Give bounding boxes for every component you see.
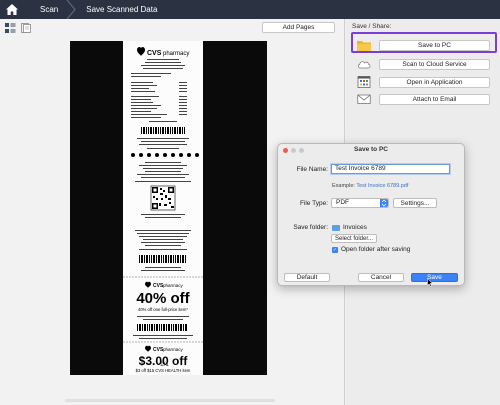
thumbnail-grid-icon[interactable] [5, 23, 16, 33]
attach-to-email-button[interactable]: Attach to Email [379, 94, 490, 105]
example-value: Test Invoice 6789.pdf [356, 183, 409, 189]
breadcrumb-scan[interactable]: Scan [24, 0, 78, 19]
svg-text:pharmacy: pharmacy [163, 283, 184, 288]
settings-button[interactable]: Settings... [393, 198, 437, 208]
page-view-icon[interactable] [21, 23, 31, 33]
home-button[interactable] [0, 0, 24, 19]
file-name-label: File Name: [296, 166, 328, 173]
application-icon [357, 76, 371, 88]
breadcrumb-save-scanned-data[interactable]: Save Scanned Data [78, 0, 157, 19]
mouse-pointer-icon [427, 278, 433, 287]
email-icon [357, 94, 371, 104]
share-title: Save / Share: [352, 23, 392, 30]
home-icon [6, 4, 18, 15]
receipt-graphic: CVS pharmacy CVS pharmacy 40% off 40% of… [123, 46, 203, 373]
open-folder-label: Open folder after saving [341, 246, 411, 253]
share-option-application: Open in Application [357, 76, 490, 88]
open-in-application-button[interactable]: Open in Application [379, 77, 490, 88]
breadcrumb-save-label: Save Scanned Data [86, 5, 158, 14]
default-button[interactable]: Default [284, 273, 330, 282]
select-folder-button[interactable]: Select folder... [331, 234, 377, 243]
scan-to-cloud-button[interactable]: Scan to Cloud Service [379, 59, 490, 70]
dialog-title: Save to PC [354, 146, 388, 153]
file-name-input[interactable]: Test Invoice 6789 [331, 164, 450, 174]
scanned-page-preview: CVS pharmacy CVS pharmacy 40% off 40% of… [70, 41, 267, 375]
coupon1-headline: 40% off [136, 290, 190, 307]
share-option-save-to-pc: Save to PC [357, 40, 490, 51]
svg-text:pharmacy: pharmacy [163, 51, 189, 57]
cancel-button[interactable]: Cancel [358, 273, 404, 282]
horizontal-scrollbar[interactable] [65, 399, 275, 402]
dialog-titlebar[interactable]: Save to PC [278, 144, 464, 156]
preview-toolbar: Add Pages [0, 19, 345, 36]
folder-icon [332, 225, 340, 231]
save-to-pc-dialog: Save to PC File Name: Test Invoice 6789 … [277, 143, 465, 286]
chevron-right-icon [66, 0, 77, 19]
cloud-icon [358, 61, 371, 69]
save-folder-label: Save folder: [293, 224, 328, 231]
coupon1-subtext: 40% off one full-price item* [138, 307, 188, 312]
receipt-image: CVS pharmacy CVS pharmacy 40% off 40% of… [123, 41, 203, 375]
svg-text:CVS: CVS [147, 50, 162, 57]
folder-name: Invoices [343, 224, 367, 231]
open-folder-checkbox[interactable]: ✓ [332, 247, 338, 253]
page-indicator: 1/1 [160, 361, 170, 368]
add-pages-button[interactable]: Add Pages [262, 22, 335, 33]
file-type-value: PDF [336, 199, 349, 206]
file-type-label: File Type: [299, 200, 328, 207]
folder-icon [357, 41, 371, 51]
share-option-email: Attach to Email [357, 94, 490, 105]
file-type-select[interactable]: PDF [331, 198, 389, 208]
save-to-pc-button[interactable]: Save to PC [379, 40, 490, 51]
example-prefix: Example: [332, 183, 355, 189]
select-arrows-icon [380, 199, 388, 207]
breadcrumb-scan-label: Scan [40, 5, 59, 14]
coupon2-subtext: $3 off $15 CVS HEALTH item [136, 368, 191, 373]
share-option-cloud: Scan to Cloud Service [357, 59, 490, 70]
svg-text:pharmacy: pharmacy [163, 347, 184, 352]
top-nav-bar: Scan Save Scanned Data [0, 0, 500, 19]
save-button[interactable]: Save [411, 273, 458, 282]
example-filename: Example: Test Invoice 6789.pdf [332, 183, 408, 189]
